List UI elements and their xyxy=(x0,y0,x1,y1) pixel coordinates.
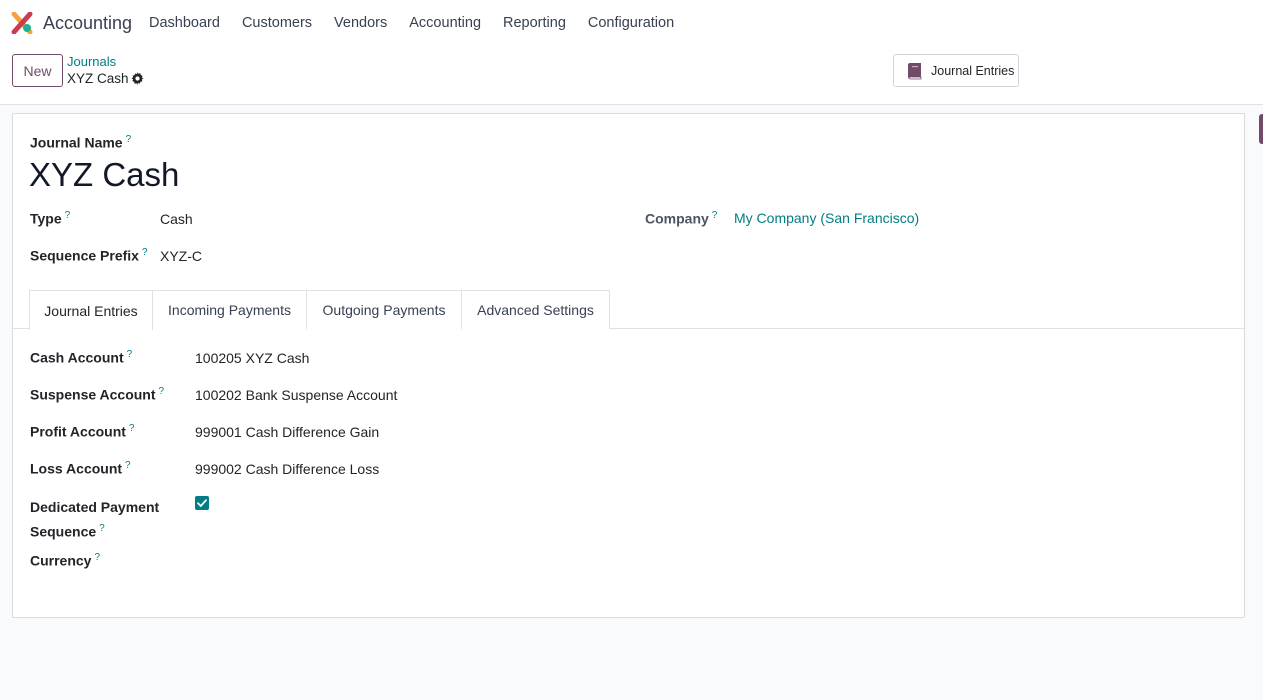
main-menu: Dashboard Customers Vendors Accounting R… xyxy=(138,0,685,46)
sequence-prefix-label: Sequence Prefix? xyxy=(30,247,148,264)
sequence-prefix-field[interactable]: XYZ-C xyxy=(160,248,202,264)
help-icon[interactable]: ? xyxy=(159,386,165,397)
dedicated-payment-sequence-checkbox[interactable] xyxy=(195,496,209,510)
help-icon[interactable]: ? xyxy=(94,552,100,563)
checkmark-icon xyxy=(197,499,207,507)
company-label: Company? xyxy=(645,210,718,227)
notebook-tabs: Journal Entries Incoming Payments Outgoi… xyxy=(13,290,1244,330)
menu-dashboard[interactable]: Dashboard xyxy=(138,0,231,46)
help-icon[interactable]: ? xyxy=(142,247,148,258)
cash-account-label: Cash Account? xyxy=(30,349,133,366)
suspense-account-field[interactable]: 100202 Bank Suspense Account xyxy=(195,387,397,403)
menu-customers[interactable]: Customers xyxy=(231,0,323,46)
company-field[interactable]: My Company (San Francisco) xyxy=(734,210,919,226)
help-icon[interactable]: ? xyxy=(712,210,718,221)
journal-entries-smart-button[interactable]: Journal Entries xyxy=(893,54,1019,87)
breadcrumb-current: XYZ Cash xyxy=(67,71,129,86)
help-icon[interactable]: ? xyxy=(129,423,135,434)
loss-account-label: Loss Account? xyxy=(30,460,131,477)
tab-outgoing-payments[interactable]: Outgoing Payments xyxy=(306,290,462,329)
profit-account-label: Profit Account? xyxy=(30,423,135,440)
help-icon[interactable]: ? xyxy=(125,460,131,471)
type-label: Type? xyxy=(30,210,71,227)
journal-name-label: Journal Name? xyxy=(30,134,132,151)
new-button[interactable]: New xyxy=(12,54,63,87)
journal-entries-smart-button-label: Journal Entries xyxy=(931,63,1015,78)
app-name[interactable]: Accounting xyxy=(43,13,132,34)
help-icon[interactable]: ? xyxy=(65,210,71,221)
dedicated-payment-sequence-label: Dedicated Payment Sequence? xyxy=(30,499,160,540)
type-field[interactable]: Cash xyxy=(160,211,193,227)
accounting-app-icon[interactable] xyxy=(11,12,33,34)
top-navbar: Accounting Dashboard Customers Vendors A… xyxy=(0,0,1263,46)
tab-journal-entries[interactable]: Journal Entries xyxy=(29,290,153,330)
chatter-toggle[interactable] xyxy=(1259,114,1263,144)
book-icon xyxy=(908,62,922,79)
tab-incoming-payments[interactable]: Incoming Payments xyxy=(152,290,307,329)
tab-advanced-settings[interactable]: Advanced Settings xyxy=(461,290,610,329)
help-icon[interactable]: ? xyxy=(99,523,105,534)
suspense-account-label: Suspense Account? xyxy=(30,386,165,403)
gear-icon[interactable] xyxy=(131,72,144,85)
control-panel: New Journals XYZ Cash Journal Entries xyxy=(0,46,1263,105)
help-icon[interactable]: ? xyxy=(127,349,133,360)
help-icon[interactable]: ? xyxy=(126,134,132,145)
profit-account-field[interactable]: 999001 Cash Difference Gain xyxy=(195,424,379,440)
menu-configuration[interactable]: Configuration xyxy=(577,0,685,46)
journal-name-field[interactable]: XYZ Cash xyxy=(29,156,179,194)
cash-account-field[interactable]: 100205 XYZ Cash xyxy=(195,350,309,366)
menu-accounting[interactable]: Accounting xyxy=(398,0,492,46)
menu-vendors[interactable]: Vendors xyxy=(323,0,398,46)
breadcrumb-journals-link[interactable]: Journals xyxy=(67,54,116,69)
currency-label: Currency? xyxy=(30,552,101,569)
form-sheet: Journal Name? XYZ Cash Type? Cash Sequen… xyxy=(12,113,1245,618)
menu-reporting[interactable]: Reporting xyxy=(492,0,577,46)
loss-account-field[interactable]: 999002 Cash Difference Loss xyxy=(195,461,379,477)
